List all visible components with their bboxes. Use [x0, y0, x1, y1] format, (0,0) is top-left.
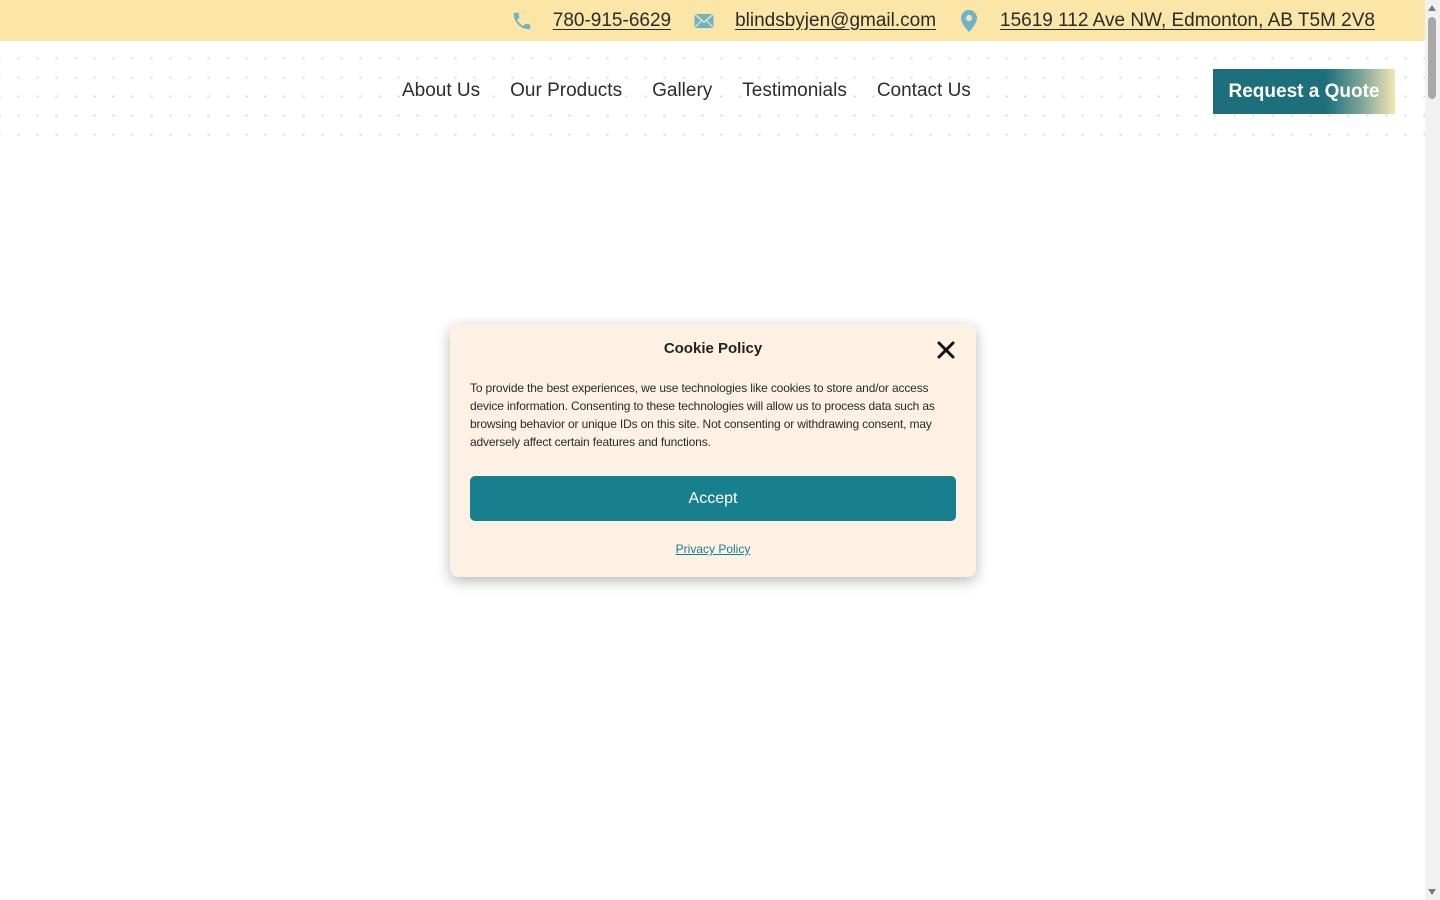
nav-item-our-products[interactable]: Our Products: [510, 79, 623, 103]
main-nav: About Us Our Products Gallery Testimonia…: [402, 79, 1001, 103]
scroll-down-arrow-icon[interactable]: [1428, 889, 1436, 895]
privacy-policy-container: Privacy Policy: [450, 542, 976, 556]
cookie-consent-dialog: Cookie Policy To provide the best experi…: [450, 324, 976, 577]
nav-item-gallery[interactable]: Gallery: [652, 79, 713, 103]
cookie-dialog-title: Cookie Policy: [663, 340, 763, 357]
scroll-thumb[interactable]: [1428, 17, 1436, 99]
accept-cookies-button[interactable]: Accept: [470, 476, 956, 521]
nav-item-testimonials[interactable]: Testimonials: [742, 79, 847, 103]
nav-item-about-us[interactable]: About Us: [402, 79, 481, 103]
close-icon[interactable]: [936, 340, 956, 360]
cookie-dialog-message: To provide the best experiences, we use …: [470, 381, 935, 449]
contact-topbar: 780-915-6629 blindsbyjen@gmail.com 15619…: [0, 0, 1425, 41]
privacy-policy-link[interactable]: Privacy Policy: [676, 542, 751, 556]
nav-item-contact-us[interactable]: Contact Us: [876, 79, 971, 103]
phone-icon: [511, 10, 533, 32]
page: 780-915-6629 blindsbyjen@gmail.com 15619…: [0, 0, 1425, 900]
email-contact: blindsbyjen@gmail.com: [693, 10, 936, 32]
address-contact: 15619 112 Ave NW, Edmonton, AB T5M 2V8: [958, 9, 1375, 32]
email-link[interactable]: blindsbyjen@gmail.com: [735, 10, 936, 32]
map-pin-icon: [958, 9, 980, 32]
phone-link[interactable]: 780-915-6629: [553, 10, 671, 32]
address-link[interactable]: 15619 112 Ave NW, Edmonton, AB T5M 2V8: [1000, 10, 1375, 32]
request-quote-button[interactable]: Request a Quote: [1213, 69, 1395, 114]
vertical-scrollbar[interactable]: [1425, 0, 1440, 900]
envelope-icon: [693, 10, 715, 32]
phone-contact: 780-915-6629: [511, 10, 671, 32]
scroll-up-arrow-icon[interactable]: [1428, 5, 1436, 11]
site-header: About Us Our Products Gallery Testimonia…: [0, 41, 1425, 141]
